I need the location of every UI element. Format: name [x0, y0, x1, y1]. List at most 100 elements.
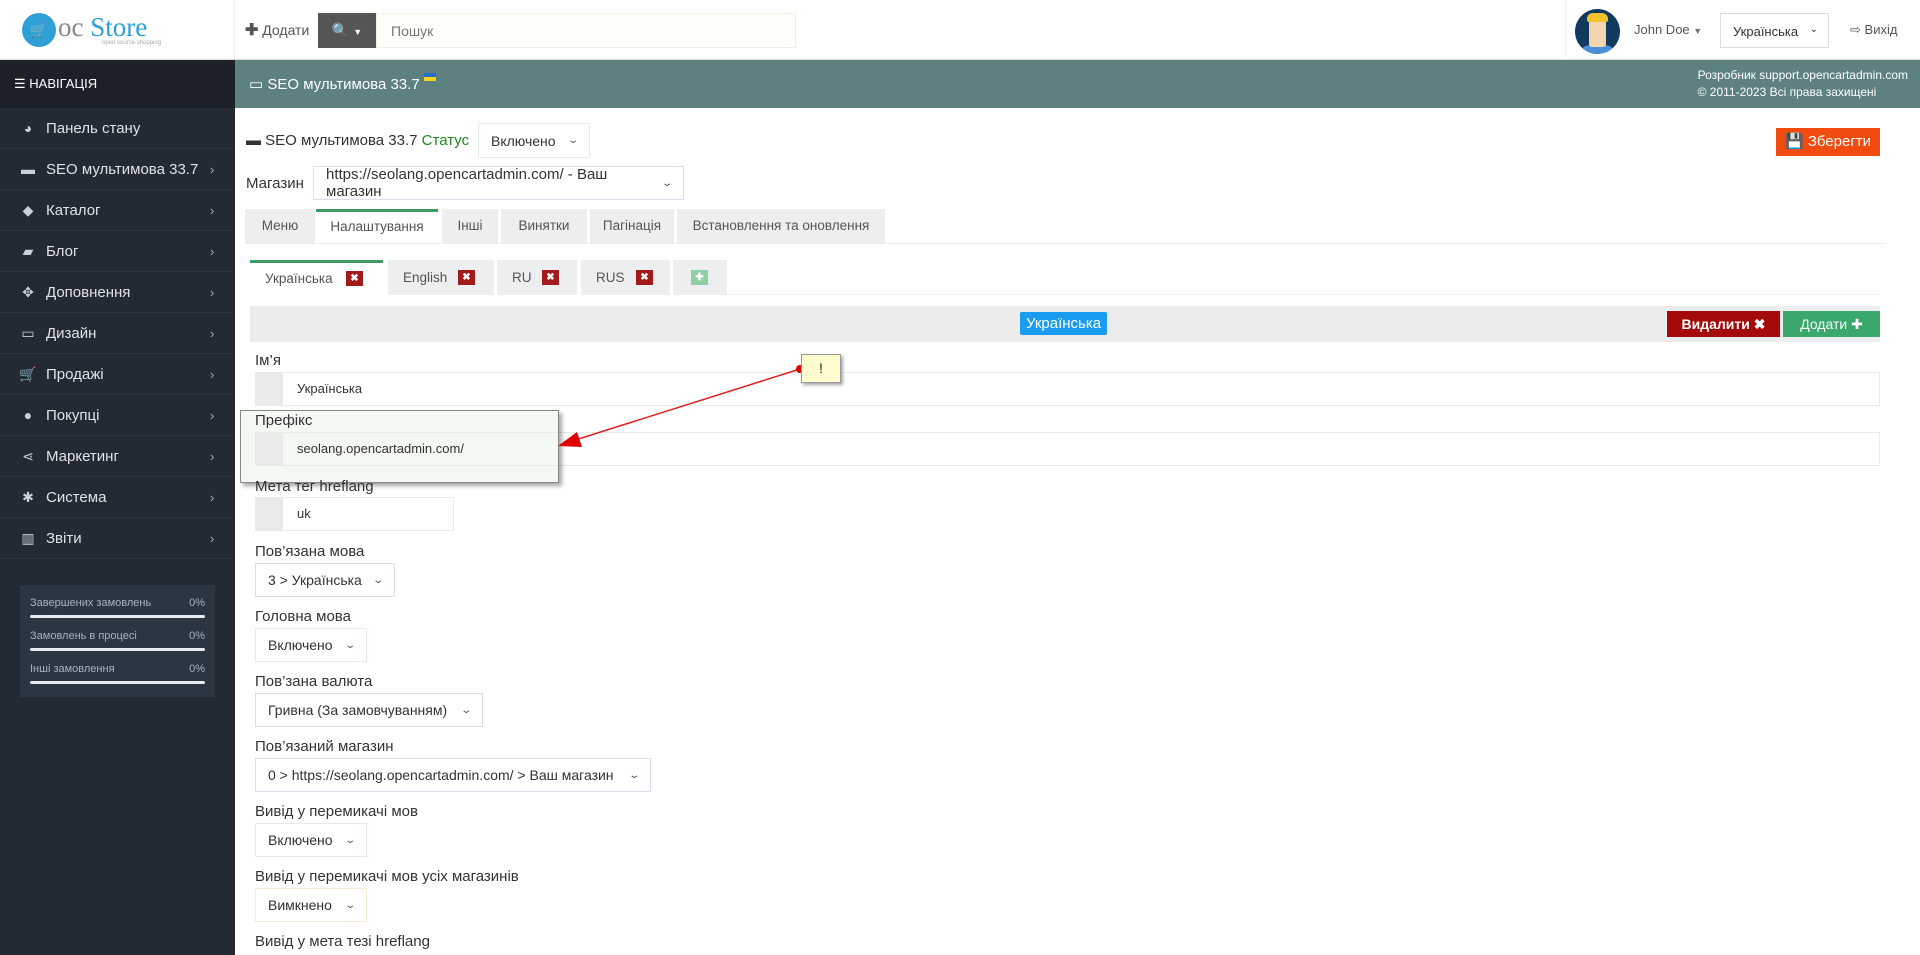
tab[interactable]: Винятки — [501, 209, 587, 243]
bar-chart-icon: ▥ — [21, 530, 35, 546]
page-title-text: SEO мультимова 33.7 — [267, 76, 420, 93]
input-addon — [256, 433, 283, 465]
prefix-input[interactable]: seolang.opencartadmin.com/ — [255, 432, 558, 466]
sidebar-item-label: Продажі — [46, 366, 104, 383]
name-input[interactable]: Українська — [255, 372, 1880, 406]
currency-select[interactable]: Гривна (За замовчуванням) ⌄ — [255, 693, 483, 727]
input-addon — [256, 373, 283, 405]
add-label: Додати — [1800, 316, 1848, 332]
tab[interactable]: Інші — [442, 209, 498, 243]
user-icon: ● — [23, 407, 33, 423]
sidebar-item-label: Покупці — [46, 407, 100, 424]
language-tab[interactable]: Українська ✖ — [250, 260, 383, 295]
remove-language-icon[interactable]: ✖ — [636, 270, 653, 285]
caret-down-icon: ▼ — [353, 27, 363, 37]
sidebar-item[interactable]: ▭ Дизайн › — [0, 313, 235, 354]
remove-language-icon[interactable]: ✖ — [542, 270, 559, 285]
chevron-down-icon: ⌄ — [660, 177, 673, 189]
language-tab[interactable]: RU ✖ — [497, 260, 577, 295]
hreflang-output-label: Вивід у мета тезі hreflang — [255, 933, 430, 950]
hreflang-label: Мета тег hreflang — [255, 478, 374, 495]
logout-link[interactable]: ⇨ Вихід — [1850, 22, 1897, 38]
sidebar-item[interactable]: ⋖ Маркетинг › — [0, 436, 235, 477]
chevron-down-icon: ⌄ — [343, 834, 356, 846]
user-menu[interactable]: John Doe ▼ — [1634, 22, 1702, 37]
nav-title: НАВІГАЦІЯ — [29, 76, 98, 91]
sidebar-item-label: Каталог — [46, 202, 101, 219]
status-value: Включено — [491, 132, 556, 149]
language-value: Українська — [1733, 24, 1799, 39]
divider — [245, 243, 1885, 244]
save-button[interactable]: 💾 Зберегти — [1776, 128, 1880, 156]
order-stat: Інші замовлення 0% — [30, 663, 205, 684]
switcher-all-select[interactable]: Вимкнено ⌄ — [255, 888, 367, 922]
avatar[interactable] — [1575, 9, 1620, 54]
sidebar-item[interactable]: ◆ Каталог › — [0, 190, 235, 231]
main-language-value: Включено — [268, 637, 333, 653]
add-label: Додати — [262, 22, 310, 38]
page-title: ▭ SEO мультимова 33.7 — [249, 73, 436, 93]
chevron-down-icon: ⌄ — [627, 769, 640, 781]
add-language-tab[interactable]: ✚ — [673, 260, 727, 295]
search-type-button[interactable]: 🔍 ▼ — [318, 13, 376, 48]
menu-icon: ☰ — [14, 76, 26, 91]
logout-label: Вихід — [1864, 22, 1898, 37]
copyright-text: © 2011-2023 Всі права захищені — [1697, 85, 1877, 99]
sidebar-item-label: Панель стану — [46, 120, 141, 137]
nav-header[interactable]: ☰ НАВІГАЦІЯ — [0, 60, 235, 108]
ukraine-flag-icon — [423, 73, 436, 81]
order-stat: Завершених замовлень 0% — [30, 597, 205, 618]
name-value: Українська — [297, 381, 363, 396]
remove-language-icon[interactable]: ✖ — [346, 271, 363, 286]
sidebar-item[interactable]: ▬ SEO мультимова 33.7 › — [0, 149, 235, 190]
prefix-label: Префікс — [255, 412, 313, 429]
chevron-right-icon: › — [210, 490, 215, 505]
remove-language-icon[interactable]: ✖ — [458, 270, 475, 285]
tags-icon: ◆ — [22, 202, 34, 218]
tab[interactable]: Налаштування — [316, 209, 438, 243]
stat-value: 0% — [189, 663, 205, 675]
linked-store-select[interactable]: 0 > https://seolang.opencartadmin.com/ >… — [255, 758, 651, 792]
tab[interactable]: Пагінація — [590, 209, 674, 243]
sidebar-item[interactable]: 🛒 Продажі › — [0, 354, 235, 395]
chevron-right-icon: › — [210, 162, 215, 177]
sidebar-item[interactable]: ✱ Система › — [0, 477, 235, 518]
language-tab[interactable]: RUS ✖ — [581, 260, 670, 295]
stat-progress-bar — [30, 648, 205, 651]
language-tab[interactable]: English ✖ — [388, 260, 494, 295]
chevron-right-icon: › — [210, 285, 215, 300]
status-select[interactable]: Включено ⌄ — [478, 123, 590, 158]
plus-icon: ✚ — [245, 22, 259, 39]
share-icon: ⋖ — [22, 448, 34, 464]
main-language-label: Головна мова — [255, 608, 351, 625]
copyright: Розробник support.opencartadmin.com © 201… — [1698, 67, 1908, 101]
sidebar-item-label: Маркетинг — [46, 448, 119, 465]
name-label: Ім’я — [255, 352, 281, 369]
stat-label: Завершених замовлень — [30, 597, 152, 609]
cart-logo-icon: 🛒 — [22, 13, 56, 47]
tab[interactable]: Меню — [245, 209, 315, 243]
add-language-button[interactable]: Додати ✚ — [1783, 311, 1880, 337]
main-language-select[interactable]: Включено ⌄ — [255, 628, 367, 662]
sidebar-item[interactable]: ▥ Звіти › — [0, 518, 235, 559]
sidebar-item-label: Блог — [46, 243, 79, 260]
hreflang-value: uk — [297, 506, 311, 521]
sidebar-item-label: Доповнення — [46, 284, 131, 301]
delete-label: Видалити — [1681, 316, 1750, 332]
language-select[interactable]: Українська ⌄ — [1720, 13, 1829, 48]
hreflang-input[interactable]: uk — [255, 497, 454, 531]
switcher-select[interactable]: Включено ⌄ — [255, 823, 367, 857]
tab[interactable]: Встановлення та оновлення — [677, 209, 885, 243]
store-value: https://seolang.opencartadmin.com/ - Ваш… — [326, 166, 608, 200]
sidebar-item[interactable]: ✥ Доповнення › — [0, 272, 235, 313]
sidebar-item[interactable]: ● Покупці › — [0, 395, 235, 436]
sidebar-item[interactable]: ▰ Блог › — [0, 231, 235, 272]
delete-language-button[interactable]: Видалити ✖ — [1667, 311, 1780, 337]
linked-language-select[interactable]: 3 > Українська ⌄ — [255, 563, 395, 597]
search-input[interactable] — [376, 13, 796, 48]
store-select[interactable]: https://seolang.opencartadmin.com/ - Ваш… — [313, 166, 684, 200]
chevron-down-icon: ⌄ — [343, 639, 356, 651]
add-button[interactable]: ✚ Додати — [245, 20, 309, 40]
sidebar-item[interactable]: ◕ Панель стану — [0, 108, 235, 149]
logo[interactable]: 🛒 oc Store open source shopping — [20, 10, 220, 50]
